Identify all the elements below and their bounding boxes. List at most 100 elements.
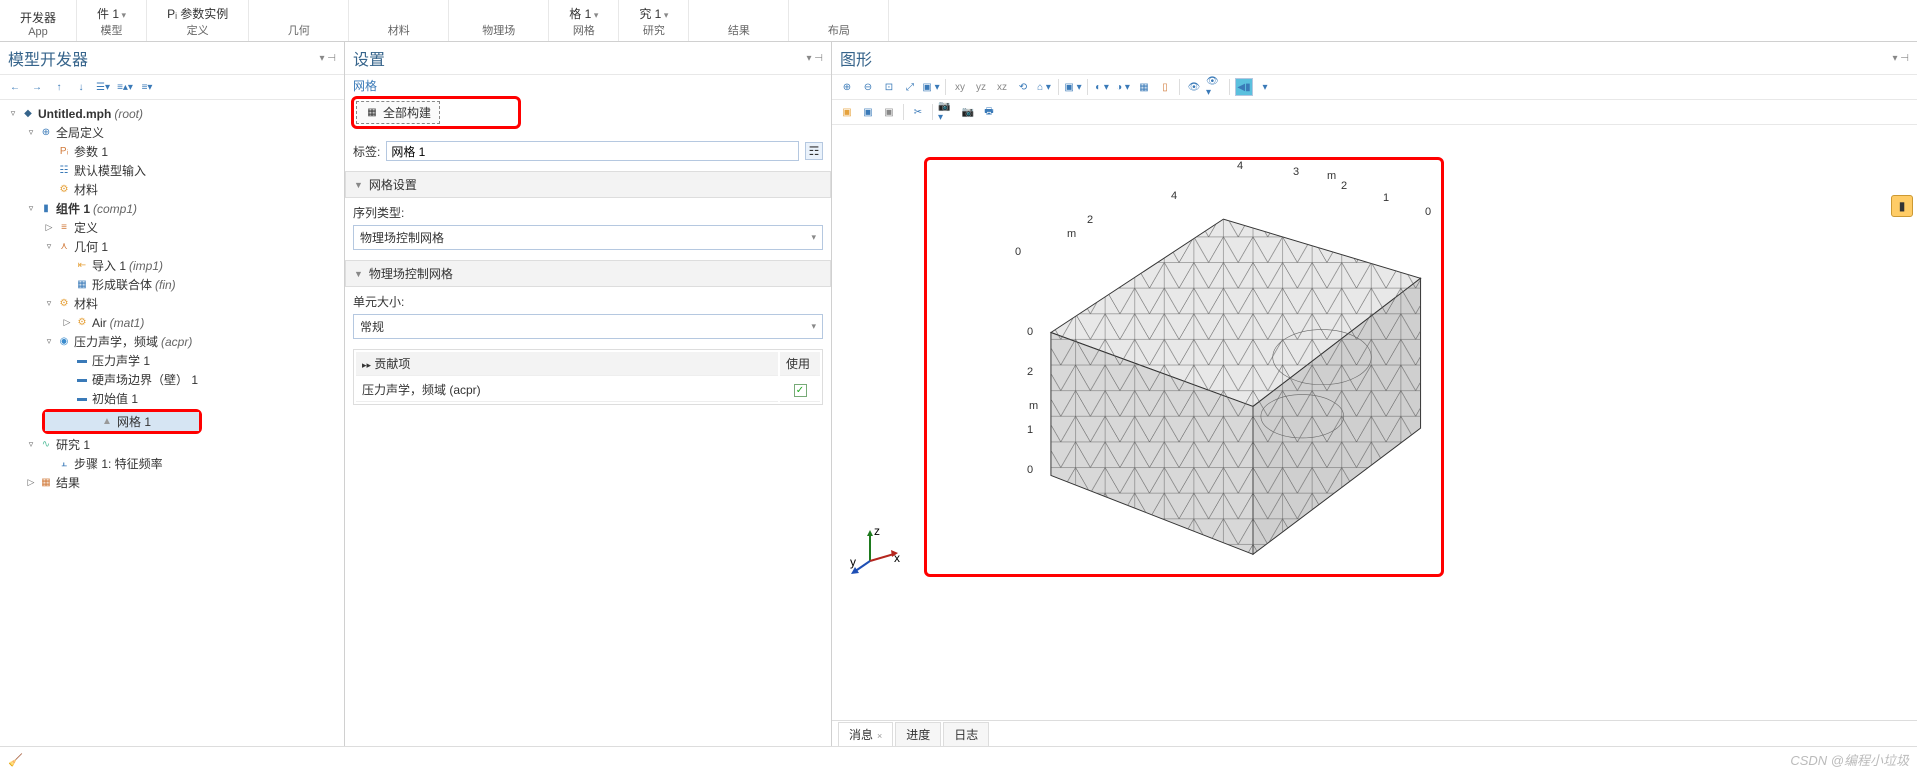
expander-icon[interactable]: ▷ [44, 222, 54, 233]
zoom-out-icon[interactable]: ⊖ [859, 78, 877, 96]
save-img-icon[interactable]: 📷 [959, 103, 977, 121]
use-checkbox[interactable]: ✓ [794, 384, 807, 397]
tree-row[interactable]: ▿◉压力声学，频域 (acpr) [2, 332, 342, 351]
ribbon-group-layout[interactable]: 布局 [789, 0, 889, 41]
sel-3-icon[interactable]: ▣ [880, 103, 898, 121]
show-icon[interactable]: 👁 ▾ [1206, 78, 1224, 96]
tree-row[interactable]: ▿▮组件 1 (comp1) [2, 199, 342, 218]
orbit-icon[interactable]: ⟲ [1014, 78, 1032, 96]
mesh-settings-header[interactable]: ▼ 网格设置 [345, 171, 831, 198]
ribbon-group-mesh[interactable]: 格 1网格 [549, 0, 619, 41]
tree-row[interactable]: ▬压力声学 1 [2, 351, 342, 370]
sel-domain-icon[interactable]: ▣ ▾ [1064, 78, 1082, 96]
zoom-sel-icon[interactable]: ▣ ▾ [922, 78, 940, 96]
ribbon-group-study[interactable]: 究 1研究 [619, 0, 689, 41]
view-xz-icon[interactable]: xz [993, 78, 1011, 96]
sel-1-icon[interactable]: ▣ [838, 103, 856, 121]
tree-row[interactable]: ▿∿研究 1 [2, 435, 342, 454]
wire-icon[interactable]: ▦ [1135, 78, 1153, 96]
tree-row[interactable]: ⚙材料 [2, 180, 342, 199]
model-tree[interactable]: ▿◆Untitled.mph (root)▿⊕全局定义Pᵢ参数 1☷默认模型输入… [0, 100, 344, 746]
node-label: 初始值 1 [92, 390, 138, 407]
ribbon-group-results[interactable]: 结果 [689, 0, 789, 41]
tree-row[interactable]: Pᵢ参数 1 [2, 142, 342, 161]
print-icon[interactable]: 🖶 [980, 103, 998, 121]
results-shortcut-icon[interactable]: ▮ [1891, 195, 1913, 217]
tab-messages[interactable]: 消息× [838, 722, 893, 746]
expander-icon[interactable]: ▿ [44, 298, 54, 309]
zoom-in-icon[interactable]: ⊕ [838, 78, 856, 96]
tab-progress[interactable]: 进度 [895, 722, 941, 746]
tab-log[interactable]: 日志 [943, 722, 989, 746]
model-builder-header: 模型开发器 ▾ ⊣ [0, 42, 344, 75]
tree-row[interactable]: ▷≡定义 [2, 218, 342, 237]
tree-row[interactable]: ⇤导入 1 (imp1) [2, 256, 342, 275]
expander-icon[interactable]: ▿ [44, 241, 54, 252]
label-input[interactable] [386, 141, 799, 161]
expander-icon[interactable]: ▿ [26, 203, 36, 214]
collapse-tri-icon: ▼ [354, 180, 363, 190]
contrib-header: 贡献项 [374, 357, 410, 371]
nav-fwd-icon[interactable]: → [28, 78, 46, 96]
ribbon-group-geometry[interactable]: 几何 [249, 0, 349, 41]
elem-size-select[interactable]: 常规 ▾ [353, 314, 823, 339]
tree-row[interactable]: ▷⚙Air (mat1) [2, 313, 342, 332]
graphics-canvas[interactable]: ▮ 4 3 m 2 1 0 4 2 m 0 0 2 m 1 0 [832, 125, 1917, 720]
sel-toggle-icon[interactable]: ◀▮ [1235, 78, 1253, 96]
nav-up-icon[interactable]: ↑ [50, 78, 68, 96]
node-icon: ▲ [100, 415, 114, 429]
hide-icon[interactable]: 👁 [1185, 78, 1203, 96]
tree-row[interactable]: ☷默认模型输入 [2, 161, 342, 180]
nav-back-icon[interactable]: ← [6, 78, 24, 96]
graphics-title: 图形 [840, 46, 872, 70]
default-view-icon[interactable]: ⌂ ▾ [1035, 78, 1053, 96]
tree-row[interactable]: ▬硬声场边界（壁） 1 [2, 370, 342, 389]
expand-icon[interactable]: ☰▾ [94, 78, 112, 96]
trans-icon[interactable]: ◑ ▾ [1114, 78, 1132, 96]
measure-icon[interactable]: ✂ [909, 103, 927, 121]
view-yz-icon[interactable]: yz [972, 78, 990, 96]
expander-icon[interactable]: ▷ [26, 477, 36, 488]
phys-ctrl-header[interactable]: ▼ 物理场控制网格 [345, 260, 831, 287]
tree-row[interactable]: ▷▦结果 [2, 473, 342, 492]
expander-icon[interactable]: ▿ [26, 127, 36, 138]
ribbon-group-model[interactable]: 件 1模型 [77, 0, 147, 41]
ribbon-group-definitions[interactable]: Pᵢ 参数实例定义 [147, 0, 249, 41]
label-action-icon[interactable]: ☶ [805, 142, 823, 160]
tree-row[interactable]: ▿⊕全局定义 [2, 123, 342, 142]
tree-row[interactable]: ⫠步骤 1: 特征频率 [2, 454, 342, 473]
expander-icon[interactable]: ▿ [8, 108, 18, 119]
render-icon[interactable]: ▯ [1156, 78, 1174, 96]
expand-tri-icon[interactable]: ▸▸ [362, 360, 371, 370]
ribbon-group-app[interactable]: 开发器App [0, 0, 77, 41]
panel-pin-icon[interactable]: ▾ ⊣ [1892, 53, 1909, 64]
filter-icon[interactable]: ≡▾ [138, 78, 156, 96]
panel-pin-icon[interactable]: ▾ ⊣ [806, 53, 823, 64]
collapse-icon[interactable]: ≡▴▾ [116, 78, 134, 96]
zoom-box-icon[interactable]: ⊡ [880, 78, 898, 96]
panel-pin-icon[interactable]: ▾ ⊣ [319, 53, 336, 64]
nav-down-icon[interactable]: ↓ [72, 78, 90, 96]
build-all-button[interactable]: ▦ 全部构建 [356, 101, 440, 124]
snapshot-icon[interactable]: 📷 ▾ [938, 103, 956, 121]
axis-tick: 4 [1171, 190, 1177, 202]
clip-icon[interactable]: ◐ ▾ [1093, 78, 1111, 96]
tree-row[interactable]: ▬初始值 1 [2, 389, 342, 408]
sel-more-icon[interactable]: ▾ [1256, 78, 1274, 96]
seq-type-select[interactable]: 物理场控制网格 ▾ [353, 225, 823, 250]
expander-icon[interactable]: ▿ [26, 439, 36, 450]
tree-row[interactable]: ▦形成联合体 (fin) [2, 275, 342, 294]
ribbon-group-materials[interactable]: 材料 [349, 0, 449, 41]
tree-row[interactable]: ▿⋏几何 1 [2, 237, 342, 256]
zoom-extents-icon[interactable]: ⤢ [901, 78, 919, 96]
view-xy-icon[interactable]: xy [951, 78, 969, 96]
tree-row[interactable]: ▲网格 1 [45, 412, 199, 431]
expander-icon[interactable]: ▷ [62, 317, 72, 328]
tree-row[interactable]: ▿⚙材料 [2, 294, 342, 313]
ribbon-group-physics[interactable]: 物理场 [449, 0, 549, 41]
close-icon[interactable]: × [877, 731, 882, 741]
expander-icon[interactable]: ▿ [44, 336, 54, 347]
tree-row[interactable]: ▿◆Untitled.mph (root) [2, 104, 342, 123]
node-icon: ≡ [57, 221, 71, 235]
sel-2-icon[interactable]: ▣ [859, 103, 877, 121]
